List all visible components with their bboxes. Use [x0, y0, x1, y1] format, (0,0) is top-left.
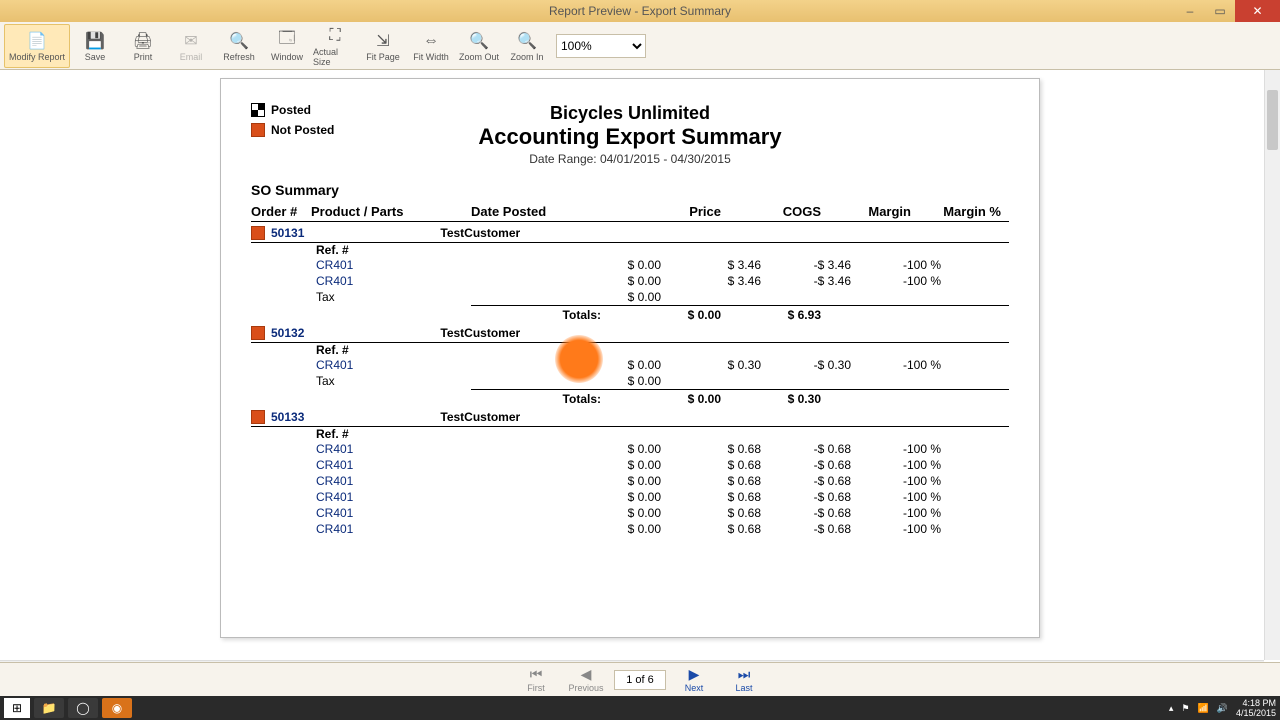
zoomin-icon: 🔍 — [516, 30, 538, 52]
action-center-icon[interactable]: ⚑ — [1181, 703, 1189, 714]
next-page-button[interactable]: ▶Next — [672, 666, 716, 693]
window-button[interactable]: 🗔 Window — [264, 24, 310, 68]
last-page-button[interactable]: ⏭Last — [722, 666, 766, 693]
close-button[interactable]: ✕ — [1235, 0, 1280, 22]
order-number-link[interactable]: 50131 — [271, 226, 304, 240]
app-icon[interactable]: ◉ — [102, 698, 132, 718]
actualsize-icon: ⛶ — [324, 25, 346, 47]
minimize-button[interactable]: – — [1175, 0, 1205, 22]
product-link[interactable]: CR401 — [251, 458, 411, 472]
explorer-icon[interactable]: 📁 — [34, 698, 64, 718]
print-button[interactable]: 🖨 Print — [120, 24, 166, 68]
notposted-icon — [251, 410, 265, 424]
product-link[interactable]: CR401 — [251, 474, 411, 488]
email-button[interactable]: ✉ Email — [168, 24, 214, 68]
order-line: CR401 $ 0.00 $ 0.68 -$ 0.68 -100 % — [251, 505, 1009, 521]
column-headers: Order # Product / Parts Date Posted Pric… — [251, 204, 1009, 222]
report-page: Posted Not Posted Bicycles Unlimited Acc… — [220, 78, 1040, 638]
customer-name: TestCustomer — [440, 226, 520, 240]
order-line: CR401 $ 0.00 $ 0.68 -$ 0.68 -100 % — [251, 489, 1009, 505]
report-viewport: Posted Not Posted Bicycles Unlimited Acc… — [0, 70, 1280, 676]
previous-icon: ◀ — [581, 666, 592, 683]
order-number-link[interactable]: 50132 — [271, 326, 304, 340]
zoom-select[interactable]: 100% — [556, 34, 646, 58]
order-totals: Totals: $ 0.00 $ 0.30 — [471, 389, 1009, 406]
order-block: 50133 TestCustomerRef. #CR401 $ 0.00 $ 0… — [251, 406, 1009, 537]
clock[interactable]: 4:18 PM 4/15/2015 — [1236, 698, 1276, 718]
taskbar: ⊞ 📁 ◯ ◉ ▴ ⚑ 📶 🔊 4:18 PM 4/15/2015 — [0, 696, 1280, 720]
product-link[interactable]: CR401 — [251, 274, 411, 288]
fit-page-button[interactable]: ⇲ Fit Page — [360, 24, 406, 68]
report-title: Accounting Export Summary — [251, 124, 1009, 150]
product-link[interactable]: CR401 — [251, 490, 411, 504]
window-icon: 🗔 — [276, 30, 298, 52]
maximize-button[interactable]: ▭ — [1205, 0, 1235, 22]
date-range: Date Range: 04/01/2015 - 04/30/2015 — [251, 152, 1009, 166]
zoom-in-button[interactable]: 🔍 Zoom In — [504, 24, 550, 68]
tax-line: Tax $ 0.00 — [251, 373, 1009, 389]
vertical-scrollbar[interactable] — [1264, 70, 1280, 660]
toolbar: 📄 Modify Report 💾 Save 🖨 Print ✉ Email 🔍… — [0, 22, 1280, 70]
tax-line: Tax $ 0.00 — [251, 289, 1009, 305]
page-nav: ⏮First ◀Previous ▶Next ⏭Last — [0, 662, 1280, 696]
fit-width-button[interactable]: ⇔ Fit Width — [408, 24, 454, 68]
modify-report-button[interactable]: 📄 Modify Report — [4, 24, 70, 68]
chrome-icon[interactable]: ◯ — [68, 698, 98, 718]
order-line: CR401 $ 0.00 $ 0.68 -$ 0.68 -100 % — [251, 473, 1009, 489]
order-block: 50132 TestCustomer Ref. #CR401 $ 0.00 $ 0… — [251, 322, 1009, 406]
order-totals: Totals: $ 0.00 $ 6.93 — [471, 305, 1009, 322]
print-icon: 🖨 — [132, 30, 154, 52]
tray-up-icon[interactable]: ▴ — [1169, 703, 1174, 714]
notposted-icon — [251, 226, 265, 240]
page-indicator[interactable] — [614, 670, 666, 690]
ref-label: Ref. # — [251, 243, 1009, 257]
save-icon: 💾 — [84, 30, 106, 52]
start-button[interactable]: ⊞ — [4, 698, 30, 718]
title-bar: Report Preview - Export Summary – ▭ ✕ — [0, 0, 1280, 22]
legend: Posted Not Posted — [251, 103, 334, 143]
next-icon: ▶ — [689, 666, 700, 683]
product-link[interactable]: CR401 — [251, 358, 411, 372]
order-line: CR401 $ 0.00 $ 0.68 -$ 0.68 -100 % — [251, 441, 1009, 457]
first-page-button[interactable]: ⏮First — [514, 666, 558, 693]
customer-name: TestCustomer — [440, 326, 520, 340]
notposted-icon — [251, 326, 265, 340]
modify-icon: 📄 — [26, 30, 48, 52]
actual-size-button[interactable]: ⛶ Actual Size — [312, 24, 358, 68]
fitwidth-icon: ⇔ — [420, 30, 442, 52]
refresh-icon: 🔍 — [228, 30, 250, 52]
ref-label: Ref. # — [251, 343, 1009, 357]
fitpage-icon: ⇲ — [372, 30, 394, 52]
refresh-button[interactable]: 🔍 Refresh — [216, 24, 262, 68]
email-icon: ✉ — [180, 30, 202, 52]
wifi-icon[interactable]: 📶 — [1198, 703, 1209, 714]
company-name: Bicycles Unlimited — [251, 103, 1009, 124]
previous-page-button[interactable]: ◀Previous — [564, 666, 608, 693]
order-number-link[interactable]: 50133 — [271, 410, 304, 424]
order-block: 50131 TestCustomerRef. #CR401 $ 0.00 $ 3… — [251, 222, 1009, 322]
product-link[interactable]: CR401 — [251, 522, 411, 536]
volume-icon[interactable]: 🔊 — [1217, 703, 1228, 714]
first-icon: ⏮ — [530, 666, 543, 683]
product-link[interactable]: CR401 — [251, 506, 411, 520]
window-title: Report Preview - Export Summary — [549, 4, 731, 18]
order-line: CR401 $ 0.00 $ 0.68 -$ 0.68 -100 % — [251, 521, 1009, 537]
save-button[interactable]: 💾 Save — [72, 24, 118, 68]
ref-label: Ref. # — [251, 427, 1009, 441]
product-link[interactable]: CR401 — [251, 258, 411, 272]
order-line: CR401 $ 0.00 $ 0.68 -$ 0.68 -100 % — [251, 457, 1009, 473]
section-title: SO Summary — [251, 182, 1009, 198]
zoomout-icon: 🔍 — [468, 30, 490, 52]
last-icon: ⏭ — [738, 666, 751, 683]
order-line: CR401 $ 0.00 $ 3.46 -$ 3.46 -100 % — [251, 273, 1009, 289]
customer-name: TestCustomer — [440, 410, 520, 424]
notposted-icon — [251, 123, 265, 137]
posted-icon — [251, 103, 265, 117]
system-tray: ▴ ⚑ 📶 🔊 4:18 PM 4/15/2015 — [1169, 698, 1276, 718]
order-line: CR401 $ 0.00 $ 0.30 -$ 0.30 -100 % — [251, 357, 1009, 373]
product-link[interactable]: CR401 — [251, 442, 411, 456]
zoom-out-button[interactable]: 🔍 Zoom Out — [456, 24, 502, 68]
order-line: CR401 $ 0.00 $ 3.46 -$ 3.46 -100 % — [251, 257, 1009, 273]
